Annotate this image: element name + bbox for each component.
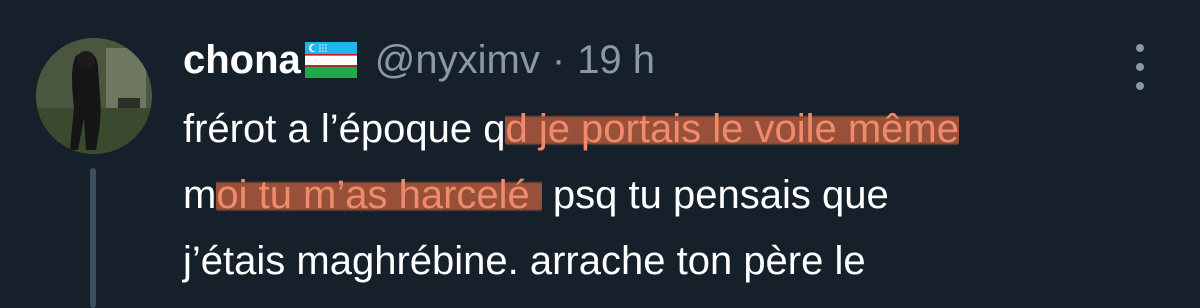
tweet-timestamp[interactable]: 19 h: [577, 36, 655, 84]
tweet-text: frérot a l’époque qd je portais le voile…: [183, 96, 1173, 294]
author-name[interactable]: chona: [183, 36, 301, 84]
tweet-line-2-after: psq tu pensais que: [541, 173, 889, 217]
header-separator: ·: [551, 38, 566, 82]
tweet-line-2: moi tu m’as harcelé psq tu pensais que: [183, 162, 1173, 228]
tweet-line-2-highlight: oi tu m’as harcelé: [216, 173, 542, 217]
tweet-line-2-text: m: [183, 173, 217, 217]
avatar[interactable]: [36, 38, 152, 154]
thread-line: [90, 168, 96, 308]
tweet-line-3: j’étais maghrébine. arrache ton père le: [183, 228, 1173, 294]
tweet-header: chona @nyximv · 19 h: [183, 36, 655, 84]
more-options-icon[interactable]: [1122, 38, 1158, 96]
tweet-line-1-highlight: d je portais le voile même: [505, 107, 959, 151]
tweet-line-1-text: frérot a l’époque q: [183, 107, 506, 151]
uzbekistan-flag-icon: [304, 40, 357, 80]
author-handle[interactable]: @nyximv: [375, 36, 540, 84]
avatar-image: [36, 38, 152, 154]
tweet-line-3-text: j’étais maghrébine. arrache ton père le: [183, 239, 866, 283]
tweet-line-1: frérot a l’époque qd je portais le voile…: [183, 96, 1173, 162]
